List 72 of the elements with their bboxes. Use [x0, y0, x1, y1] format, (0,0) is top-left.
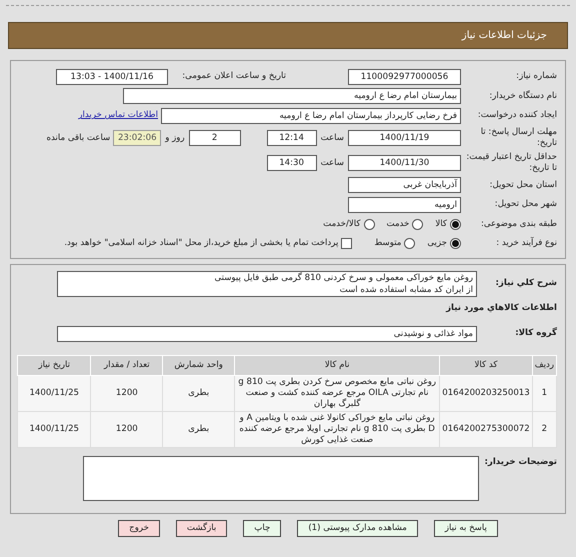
- text-field[interactable]: بیمارستان امام رضا ع ارومیه: [123, 88, 461, 104]
- table-cell: روغن نباتی مایع مخصوص سرخ کردن بطری پت 810 g نام تجارتی OILA مرجع عرضه کننده کشت و صنعت گلبرگ بهاران: [234, 375, 440, 411]
- field-label: توضیحات خریدار:: [483, 456, 557, 468]
- column-header: نام کالا: [234, 355, 440, 375]
- table-cell: 1400/11/25: [18, 375, 91, 411]
- checkbox[interactable]: [341, 238, 352, 250]
- option-label: کالا/خدمت: [323, 218, 360, 231]
- table-cell: روغن نباتی مایع خوراکی کانولا غنی شده با ویتامین A و D بطری پت 810 g نام تجارتی اویلا مرجع عرضه کننده صنعت غذایی کورش: [234, 411, 440, 447]
- text-field[interactable]: مواد غذائی و نوشیدنی: [57, 326, 477, 342]
- field-label: ساعت باقی مانده: [46, 132, 110, 144]
- option-label: کالا: [435, 218, 447, 231]
- checkbox-label: پرداخت تمام یا بخشی از مبلغ خرید،از محل "اسناد خزانه اسلامی" خواهد بود.: [64, 237, 338, 250]
- action-button[interactable]: بازگشت: [176, 520, 228, 536]
- table-cell: 0164200203250013: [440, 375, 532, 411]
- table-cell: بطری: [162, 375, 235, 411]
- field-label: گروه کالا:: [514, 327, 557, 340]
- table-cell: 2: [532, 411, 556, 447]
- field-label: استان محل تحویل:: [488, 178, 557, 192]
- table-cell: 1400/11/25: [18, 411, 91, 447]
- action-button[interactable]: خروج: [118, 520, 160, 536]
- text-field[interactable]: 1100092977000056: [348, 68, 461, 85]
- text-field[interactable]: 1400/11/19: [348, 130, 461, 146]
- field-label: تاریخ و ساعت اعلان عمومی:: [181, 70, 286, 84]
- action-button[interactable]: مشاهده مدارک پیوستی (1): [297, 520, 418, 536]
- column-header: ردیف: [532, 355, 556, 375]
- action-button[interactable]: پاسخ به نیاز: [434, 520, 498, 536]
- text-field[interactable]: 1400/11/16 - 13:03: [56, 68, 168, 85]
- description-line: روغن مایع خوراکی معمولی و سرخ کردنی 810 گرمی طبق فایل پیوستی: [213, 272, 473, 284]
- description-box[interactable]: روغن مایع خوراکی معمولی و سرخ کردنی 810 گرمی طبق فایل پیوستی از ایران کد مشابه استفاده شده است: [57, 270, 477, 296]
- table-cell: بطری: [162, 411, 235, 447]
- field-label: ایجاد کننده درخواست:: [476, 109, 557, 122]
- notes-box[interactable]: [83, 456, 479, 500]
- field-label: ساعت: [320, 156, 344, 170]
- field-label: حداقل تاریخ اعتبار قیمت: تا تاریخ:: [465, 152, 557, 174]
- field-label: نوع فرآیند خرید :: [495, 237, 557, 250]
- field-label: شرح کلي نیاز:: [494, 277, 557, 290]
- text-field[interactable]: 12:14: [266, 130, 317, 146]
- field-label: شهر محل تحویل:: [494, 198, 557, 212]
- option-label: جزیی: [427, 237, 447, 250]
- column-header: تاریخ نیاز: [18, 355, 91, 375]
- header-title: جزئیات اطلاعات نیاز: [462, 29, 547, 43]
- table-cell: 1200: [90, 375, 163, 411]
- field-label: شماره نیاز:: [515, 70, 557, 84]
- column-header: واحد شمارش: [162, 355, 235, 375]
- field-label: طبقه بندی موضوعی:: [480, 218, 557, 231]
- text-field[interactable]: فرخ رضایی کارپرداز بیمارستان امام رضا ع ارومیه: [161, 108, 461, 124]
- text-field[interactable]: 14:30: [266, 155, 317, 171]
- field-label: نام دستگاه خریدار:: [488, 90, 557, 103]
- table-cell: 0164200275300072: [440, 411, 532, 447]
- field-label: مهلت ارسال پاسخ: تا تاریخ:: [480, 127, 557, 149]
- table-cell: 1200: [90, 411, 163, 447]
- action-button[interactable]: چاپ: [243, 520, 282, 536]
- description-line: از ایران کد مشابه استفاده شده است: [338, 284, 473, 296]
- text-field[interactable]: 2: [188, 130, 241, 146]
- radio-button[interactable]: [412, 218, 424, 230]
- section-title: اطلاعات کالاهاي مورد نیاز: [446, 302, 557, 315]
- radio-button[interactable]: [404, 238, 416, 250]
- text-field[interactable]: آذربایجان غربی: [348, 177, 461, 194]
- column-header: کد کالا: [440, 355, 532, 375]
- table-cell: 1: [532, 375, 556, 411]
- radio-button[interactable]: [450, 218, 461, 230]
- option-label: خدمت: [386, 218, 410, 231]
- option-label: متوسط: [374, 237, 402, 250]
- column-header: تعداد / مقدار: [90, 355, 163, 375]
- field-label: روز و: [165, 132, 185, 144]
- text-field[interactable]: ارومیه: [348, 196, 461, 213]
- contact-link[interactable]: اطلاعات تماس خریدار: [78, 109, 158, 122]
- radio-button[interactable]: [450, 238, 461, 250]
- radio-button[interactable]: [364, 218, 374, 230]
- countdown-field[interactable]: 23:02:06: [113, 130, 162, 146]
- field-label: ساعت: [320, 132, 344, 144]
- text-field[interactable]: 1400/11/30: [348, 155, 461, 171]
